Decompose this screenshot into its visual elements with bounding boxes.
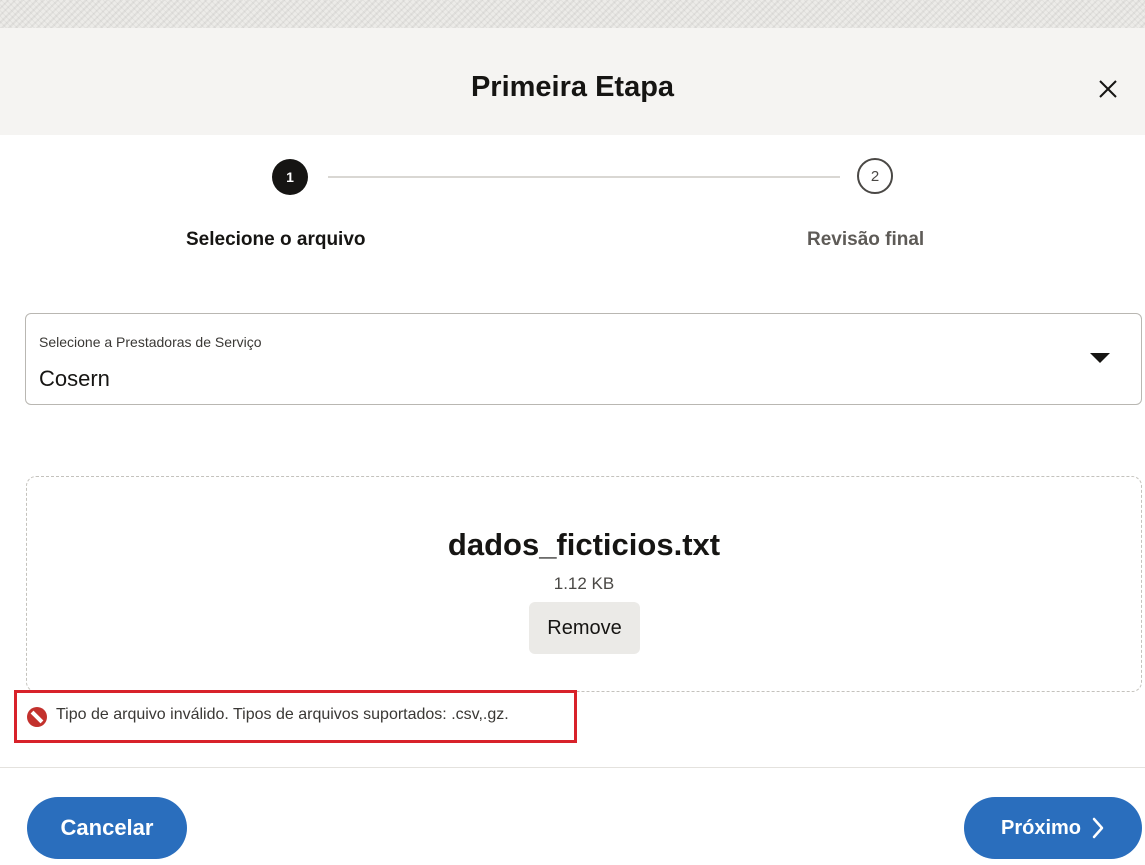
error-message-highlight: Tipo de arquivo inválido. Tipos de arqui… [14,690,577,743]
footer-divider [0,767,1145,768]
error-icon [27,707,47,727]
step-2-label: Revisão final [807,229,925,250]
caret-down-icon[interactable] [1090,353,1110,363]
cancel-button-label: Cancelar [60,815,154,840]
dialog-title: Primeira Etapa [470,71,675,103]
file-dropzone[interactable]: dados_ficticios.txt 1.12 KB Remove [26,476,1142,692]
step-1-label: Selecione o arquivo [186,229,366,250]
stepper-connector [328,176,840,178]
next-button-label: Próximo [1000,816,1082,839]
step-2-indicator: 2 [857,158,893,194]
dialog-header: Primeira Etapa [0,28,1145,135]
close-icon[interactable] [1094,75,1122,103]
top-texture-strip [0,0,1145,28]
provider-select[interactable]: Selecione a Prestadoras de Serviço Coser… [25,313,1142,405]
step-1-indicator: 1 [272,159,308,195]
cancel-button[interactable]: Cancelar [27,797,187,859]
chevron-right-icon [1092,817,1104,839]
next-button[interactable]: Próximo [964,797,1142,859]
file-size: 1.12 KB [553,574,615,593]
remove-file-button[interactable]: Remove [529,602,640,654]
error-message: Tipo de arquivo inválido. Tipos de arqui… [56,706,509,723]
file-name: dados_ficticios.txt [447,527,721,562]
provider-select-value: Cosern [39,366,110,391]
provider-select-label: Selecione a Prestadoras de Serviço [39,334,262,350]
